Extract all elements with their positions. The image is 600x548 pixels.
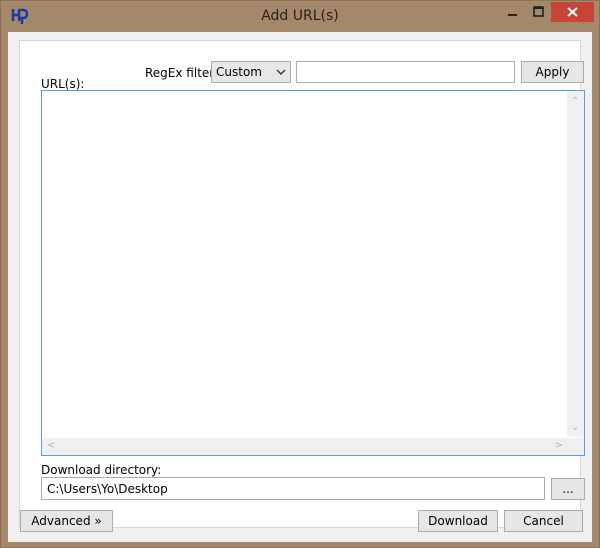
scroll-down-icon[interactable]: ⌄ bbox=[571, 423, 579, 433]
regex-filter-select[interactable]: Custom bbox=[211, 61, 291, 83]
cancel-button[interactable]: Cancel bbox=[504, 510, 583, 532]
browse-button[interactable]: ... bbox=[551, 478, 585, 500]
vertical-scrollbar[interactable]: ⌃ ⌄ bbox=[567, 91, 584, 437]
scroll-left-icon[interactable]: < bbox=[47, 441, 55, 451]
close-icon bbox=[567, 7, 578, 17]
maximize-icon bbox=[533, 6, 544, 17]
minimize-icon bbox=[508, 14, 517, 16]
regex-pattern-input[interactable] bbox=[296, 61, 515, 83]
apply-button[interactable]: Apply bbox=[521, 61, 584, 83]
regex-filter-label: RegEx filter: bbox=[145, 66, 219, 80]
title-bar[interactable]: Add URL(s) bbox=[1, 1, 599, 32]
scroll-right-icon[interactable]: > bbox=[555, 441, 563, 451]
download-directory-input[interactable]: C:\Users\Yo\Desktop bbox=[41, 477, 545, 500]
dialog-window: Add URL(s) RegEx filter: Custom Apply UR… bbox=[0, 0, 600, 548]
dialog-body: RegEx filter: Custom Apply URL(s): ⌃ ⌄ <… bbox=[8, 32, 592, 542]
horizontal-scrollbar[interactable]: < > bbox=[42, 438, 568, 455]
chevron-down-icon bbox=[276, 69, 286, 75]
url-group-panel: RegEx filter: Custom Apply URL(s): ⌃ ⌄ <… bbox=[19, 40, 585, 528]
scrollbar-corner bbox=[567, 438, 584, 455]
advanced-button[interactable]: Advanced » bbox=[20, 510, 113, 532]
regex-filter-selected: Custom bbox=[216, 65, 262, 79]
download-directory-label: Download directory: bbox=[41, 463, 162, 477]
urls-textarea[interactable]: ⌃ ⌄ < > bbox=[41, 90, 585, 456]
scroll-up-icon[interactable]: ⌃ bbox=[571, 97, 579, 107]
urls-label: URL(s): bbox=[41, 77, 85, 91]
download-button[interactable]: Download bbox=[418, 510, 498, 532]
close-button[interactable] bbox=[551, 2, 594, 22]
minimize-button[interactable] bbox=[500, 2, 526, 22]
maximize-button[interactable] bbox=[525, 2, 551, 22]
